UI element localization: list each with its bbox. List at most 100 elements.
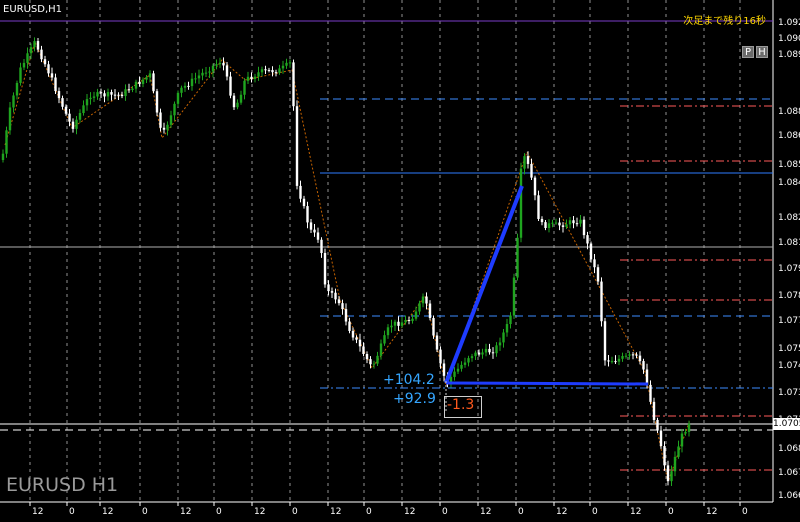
candle-body — [365, 354, 369, 360]
candle-body — [484, 348, 488, 353]
candle-body — [642, 361, 645, 370]
candle-body — [666, 465, 670, 482]
candle-body — [544, 222, 547, 228]
candle-body — [61, 98, 64, 107]
candle-body — [82, 105, 85, 114]
candle-body — [505, 324, 509, 333]
candle-body — [22, 62, 26, 68]
time-axis-label: 12 — [102, 507, 114, 517]
candle-body — [603, 321, 607, 361]
candle-body — [229, 76, 232, 96]
candle-body — [358, 339, 362, 347]
candle-body — [390, 325, 393, 328]
candle-body — [631, 354, 635, 356]
candle-body — [204, 72, 208, 74]
candle-body — [351, 330, 355, 338]
current-price-tag: 1.07056 — [773, 418, 800, 430]
price-axis-label: 1.06895 — [778, 444, 800, 454]
chart-window[interactable]: EURUSD,H1 次足まで残り16秒 P H EURUSD H1 +104.2… — [0, 0, 800, 522]
candle-body — [488, 348, 491, 353]
candle-body — [68, 113, 71, 122]
candle-body — [29, 47, 33, 54]
candle-body — [547, 223, 551, 228]
candle-body — [15, 82, 19, 96]
candle-body — [155, 91, 159, 113]
candle-body — [134, 81, 138, 89]
candle-body — [103, 93, 106, 97]
candle-body — [526, 156, 530, 164]
candle-body — [575, 223, 579, 225]
candle-body — [33, 41, 36, 48]
candle-body — [246, 76, 250, 81]
candle-body — [362, 346, 365, 355]
candle-body — [194, 78, 197, 80]
bar-timer: 次足まで残り16秒 — [683, 16, 766, 27]
candle-body — [40, 49, 43, 60]
zigzag-indicator — [4, 40, 691, 484]
candle-body — [306, 206, 309, 223]
price-axis-label: 1.08960 — [778, 50, 800, 60]
candle-body — [50, 73, 54, 78]
candle-body — [253, 76, 257, 79]
candle-body — [159, 112, 162, 128]
candle-body — [617, 358, 621, 362]
candle-body — [19, 67, 22, 83]
candle-body — [516, 237, 519, 278]
candle-body — [474, 352, 477, 357]
candle-body — [295, 106, 299, 186]
candle-body — [628, 354, 631, 356]
p-button[interactable]: P — [742, 46, 754, 58]
time-axis-label: 12 — [330, 507, 342, 517]
candle-body — [267, 69, 271, 71]
candle-body — [383, 335, 386, 344]
candle-body — [677, 446, 680, 457]
time-axis-label: 12 — [180, 507, 192, 517]
candle-body — [680, 433, 684, 447]
candle-body — [281, 65, 285, 69]
candle-body — [533, 177, 537, 196]
candle-body — [460, 364, 463, 369]
candle-body — [421, 296, 425, 304]
time-axis-label: 0 — [142, 507, 148, 517]
candle-body — [411, 318, 414, 322]
candle-body — [148, 73, 152, 78]
candle-body — [264, 69, 267, 71]
candle-body — [593, 259, 596, 268]
h-button[interactable]: H — [756, 46, 768, 58]
price-axis-label: 1.08545 — [778, 160, 800, 170]
candle-body — [624, 355, 628, 357]
candle-body — [320, 239, 323, 254]
candle-body — [215, 64, 218, 66]
candle-body — [190, 78, 194, 87]
candle-body — [54, 77, 57, 92]
time-axis-label: 12 — [32, 507, 44, 517]
candle-body — [502, 332, 505, 343]
candle-body — [572, 220, 575, 224]
candle-body — [337, 299, 341, 304]
candle-body — [376, 355, 379, 364]
price-axis-label: 1.08690 — [778, 131, 800, 141]
candle-body — [89, 97, 92, 100]
candle-body — [173, 103, 176, 116]
candle-body — [334, 292, 337, 300]
candle-body — [439, 349, 442, 364]
price-axis-label: 1.09095 — [778, 34, 800, 44]
candle-body — [141, 79, 145, 84]
candle-body — [355, 337, 358, 340]
candle-body — [292, 62, 295, 107]
candle-body — [71, 121, 75, 129]
time-axis-label: 12 — [556, 507, 568, 517]
price-axis-label: 1.07580 — [778, 344, 800, 354]
candle-body — [271, 70, 274, 73]
time-axis-label: 0 — [592, 507, 598, 517]
price-chart[interactable] — [0, 0, 800, 522]
price-axis-label: 1.07855 — [778, 291, 800, 301]
candle-body — [530, 163, 533, 178]
candle-body — [257, 72, 260, 77]
candle-body — [330, 291, 334, 293]
candle-body — [96, 92, 99, 97]
candle-body — [523, 156, 526, 169]
candle-body — [565, 224, 568, 227]
candle-body — [435, 335, 439, 350]
candle-body — [369, 359, 372, 365]
